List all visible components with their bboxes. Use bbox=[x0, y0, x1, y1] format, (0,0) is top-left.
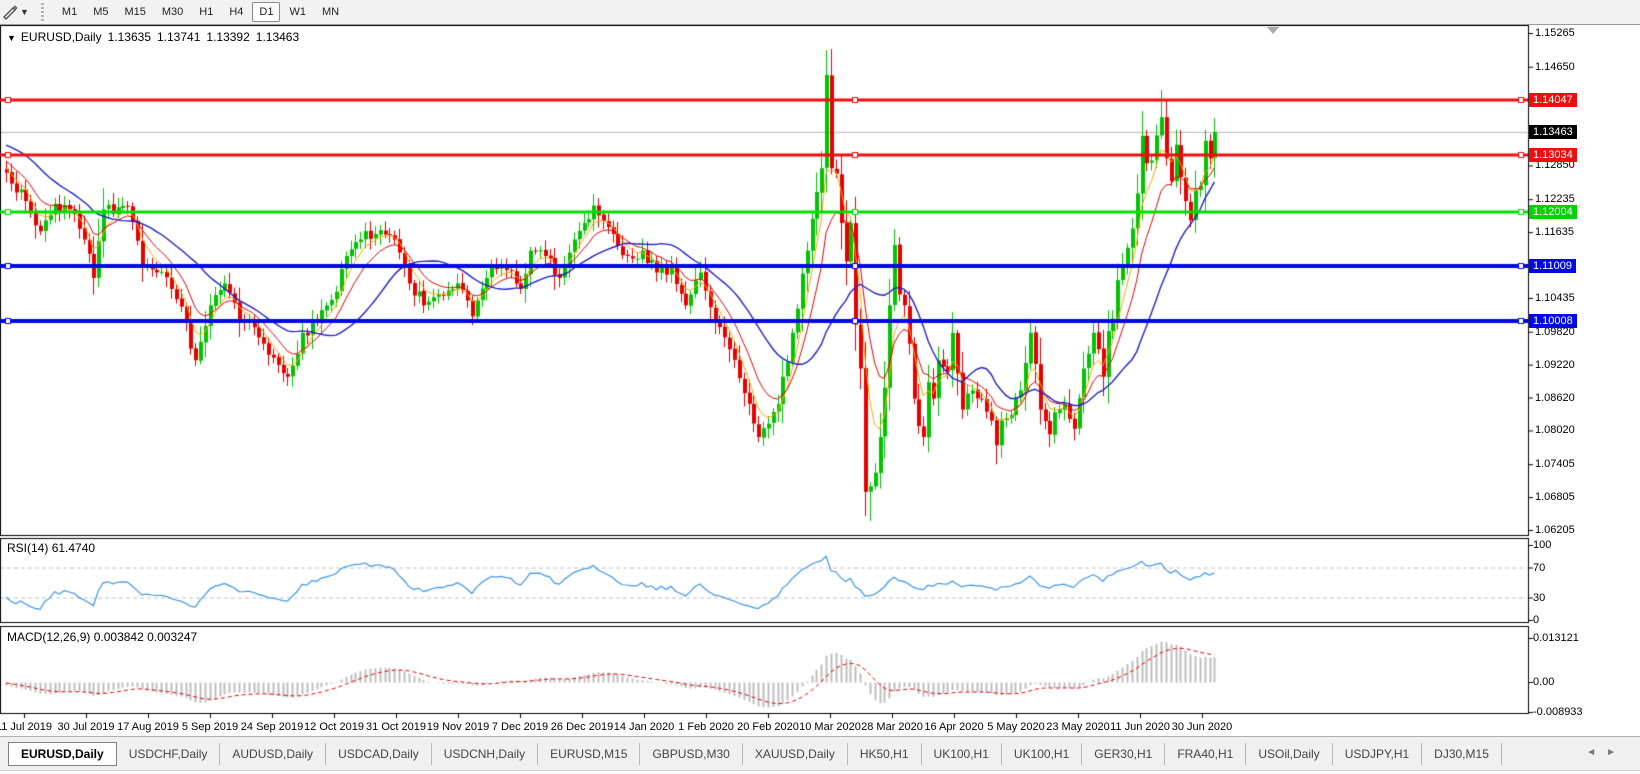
date-axis-label: 5 Sep 2019 bbox=[182, 721, 238, 733]
tab-eurusd-m15[interactable]: EURUSD,M15 bbox=[538, 743, 640, 765]
tab-eurusd-daily[interactable]: EURUSD,Daily bbox=[8, 742, 117, 766]
rsi-axis-label: 0 bbox=[1533, 614, 1539, 626]
ohlc-high: 1.13741 bbox=[157, 30, 200, 44]
timeframe-button-d1[interactable]: D1 bbox=[252, 2, 280, 22]
tab-uk100-h1[interactable]: UK100,H1 bbox=[922, 743, 1002, 765]
date-axis-label: 17 Aug 2019 bbox=[117, 721, 179, 733]
price-axis-label: 1.08020 bbox=[1535, 424, 1575, 436]
rsi-axis-label: 70 bbox=[1533, 562, 1545, 574]
chart-title: ▼ EURUSD,Daily 1.13635 1.13741 1.13392 1.1346… bbox=[7, 30, 305, 44]
price-axis-label: 1.08620 bbox=[1535, 392, 1575, 404]
date-axis-label: 11 Jul 2019 bbox=[0, 721, 52, 733]
tab-usoil-daily[interactable]: USOil,Daily bbox=[1246, 743, 1332, 765]
price-badge-1.12004: 1.12004 bbox=[1529, 205, 1577, 219]
macd-axis-label: 0.00 bbox=[1533, 676, 1554, 688]
tab-xauusd-daily[interactable]: XAUUSD,Daily bbox=[743, 743, 848, 765]
toolbar-drag-grip[interactable] bbox=[41, 3, 44, 21]
date-axis-label: 28 Mar 2020 bbox=[861, 721, 923, 733]
tab-audusd-daily[interactable]: AUDUSD,Daily bbox=[220, 743, 326, 765]
timeframe-button-h1[interactable]: H1 bbox=[192, 2, 220, 22]
price-badge-1.10008: 1.10008 bbox=[1529, 314, 1577, 328]
chart-canvas[interactable] bbox=[0, 25, 1640, 736]
timeframe-button-mn[interactable]: MN bbox=[315, 2, 346, 22]
timeframe-button-m1[interactable]: M1 bbox=[55, 2, 84, 22]
price-badge-1.14047: 1.14047 bbox=[1529, 93, 1577, 107]
ohlc-open: 1.13635 bbox=[108, 30, 151, 44]
rsi-current-value: 61.4740 bbox=[52, 541, 95, 555]
status-strip bbox=[0, 770, 1640, 774]
timeframe-button-h4[interactable]: H4 bbox=[222, 2, 250, 22]
timeframe-toolbar: ▼ M1M5M15M30H1H4D1W1MN bbox=[0, 0, 1640, 25]
date-axis-label: 23 May 2020 bbox=[1046, 721, 1110, 733]
tab-usdjpy-h1[interactable]: USDJPY,H1 bbox=[1333, 743, 1422, 765]
ohlc-close: 1.13463 bbox=[256, 30, 299, 44]
price-axis-label: 1.07405 bbox=[1535, 458, 1575, 470]
collapse-triangle-icon: ▼ bbox=[7, 33, 16, 43]
macd-indicator-label: MACD(12,26,9) 0.003842 0.003247 bbox=[7, 630, 197, 644]
pencil-tool-icon bbox=[2, 4, 18, 20]
tab-uk100-h1[interactable]: UK100,H1 bbox=[1002, 743, 1082, 765]
date-axis-label: 11 Jun 2020 bbox=[1110, 721, 1170, 733]
tab-scroll-arrows: ◄► bbox=[1586, 747, 1626, 758]
price-axis-label: 1.09220 bbox=[1535, 359, 1575, 371]
macd-axis-label: 0.013121 bbox=[1533, 632, 1579, 644]
date-axis-label: 12 Oct 2019 bbox=[304, 721, 364, 733]
timeframe-button-w1[interactable]: W1 bbox=[282, 2, 313, 22]
price-badge-1.13463: 1.13463 bbox=[1529, 125, 1577, 139]
date-axis-label: 26 Dec 2019 bbox=[551, 721, 613, 733]
price-badge-1.11009: 1.11009 bbox=[1529, 259, 1576, 273]
macd-main-value: 0.003842 bbox=[94, 630, 144, 644]
date-axis-label: 7 Dec 2019 bbox=[492, 721, 548, 733]
timeframe-button-m5[interactable]: M5 bbox=[86, 2, 115, 22]
tab-usdchf-daily[interactable]: USDCHF,Daily bbox=[117, 743, 221, 765]
date-axis-label: 24 Sep 2019 bbox=[241, 721, 303, 733]
tab-usdcad-daily[interactable]: USDCAD,Daily bbox=[326, 743, 432, 765]
tab-scroll-right-icon[interactable]: ► bbox=[1606, 747, 1626, 758]
timeframe-button-m15[interactable]: M15 bbox=[117, 2, 152, 22]
rsi-axis-label: 100 bbox=[1533, 539, 1551, 551]
date-axis-label: 31 Oct 2019 bbox=[366, 721, 426, 733]
price-axis-label: 1.06205 bbox=[1535, 524, 1575, 536]
tab-hk50-h1[interactable]: HK50,H1 bbox=[848, 743, 922, 765]
chevron-down-icon: ▼ bbox=[20, 7, 29, 17]
date-axis-label: 30 Jun 2020 bbox=[1172, 721, 1233, 733]
timeframe-button-m30[interactable]: M30 bbox=[155, 2, 190, 22]
price-axis-label: 1.14650 bbox=[1535, 61, 1575, 73]
ohlc-low: 1.13392 bbox=[206, 30, 249, 44]
macd-signal-value: 0.003247 bbox=[147, 630, 197, 644]
chart-symbol: EURUSD,Daily bbox=[21, 30, 102, 44]
cursor-tool-button[interactable]: ▼ bbox=[2, 4, 33, 20]
date-axis-label: 30 Jul 2019 bbox=[58, 721, 115, 733]
tab-usdcnh-daily[interactable]: USDCNH,Daily bbox=[432, 743, 538, 765]
macd-name: MACD(12,26,9) bbox=[7, 630, 90, 644]
tab-ger30-h1[interactable]: GER30,H1 bbox=[1082, 743, 1165, 765]
rsi-axis-label: 30 bbox=[1533, 592, 1545, 604]
price-axis-label: 1.06805 bbox=[1535, 491, 1575, 503]
symbol-tab-bar: EURUSD,DailyUSDCHF,DailyAUDUSD,DailyUSDC… bbox=[0, 736, 1640, 771]
rsi-name: RSI(14) bbox=[7, 541, 48, 555]
price-axis-label: 1.10435 bbox=[1535, 292, 1575, 304]
date-axis-label: 14 Jan 2020 bbox=[614, 721, 675, 733]
date-axis-label: 19 Nov 2019 bbox=[427, 721, 489, 733]
price-axis-label: 1.11635 bbox=[1535, 226, 1574, 238]
tab-dj30-m15[interactable]: DJ30,M15 bbox=[1422, 743, 1502, 765]
trading-terminal-window: { "toolbar": { "timeframes": [ {"label":… bbox=[0, 0, 1640, 774]
date-axis-label: 20 Feb 2020 bbox=[737, 721, 799, 733]
date-axis-label: 10 Mar 2020 bbox=[799, 721, 861, 733]
tab-fra40-h1[interactable]: FRA40,H1 bbox=[1165, 743, 1246, 765]
price-axis-label: 1.15265 bbox=[1535, 27, 1575, 39]
tab-gbpusd-m30[interactable]: GBPUSD,M30 bbox=[640, 743, 742, 765]
price-badge-1.13034: 1.13034 bbox=[1529, 148, 1577, 162]
date-axis-label: 1 Feb 2020 bbox=[678, 721, 734, 733]
timeframe-buttons: M1M5M15M30H1H4D1W1MN bbox=[54, 2, 347, 22]
date-axis-label: 16 Apr 2020 bbox=[924, 721, 983, 733]
macd-axis-label: -0.008933 bbox=[1533, 706, 1583, 718]
date-axis-label: 5 May 2020 bbox=[987, 721, 1044, 733]
price-axis-label: 1.12235 bbox=[1535, 193, 1575, 205]
tab-scroll-left-icon[interactable]: ◄ bbox=[1586, 747, 1606, 758]
rsi-indicator-label: RSI(14) 61.4740 bbox=[7, 541, 95, 555]
chart-shift-marker[interactable] bbox=[1267, 27, 1279, 34]
